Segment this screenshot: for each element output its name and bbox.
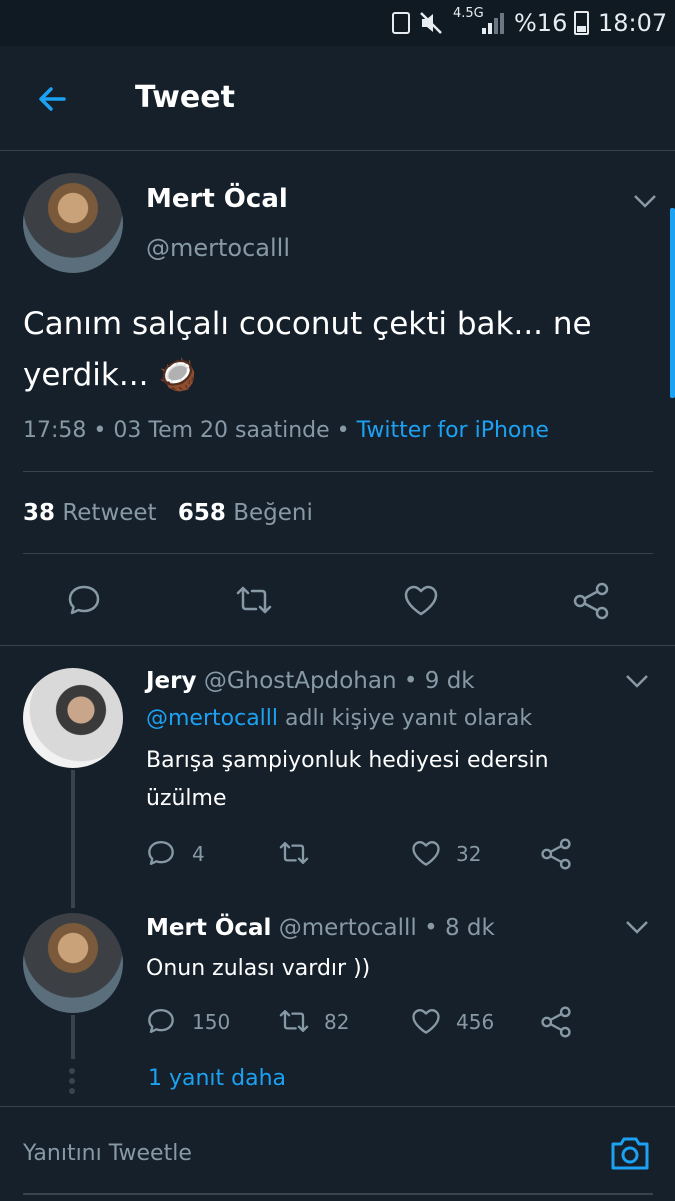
reply-icon[interactable] (66, 582, 102, 618)
reply-count: 4 (192, 842, 205, 866)
input-underline (23, 1193, 653, 1195)
author-avatar[interactable] (23, 173, 123, 273)
share-icon[interactable] (540, 1006, 572, 1038)
replying-to-handle[interactable]: @mertocalll (146, 706, 278, 731)
share-icon[interactable] (572, 582, 610, 620)
divider (23, 471, 653, 472)
retweet-icon[interactable] (276, 838, 312, 868)
reply-input[interactable]: Yanıtını Tweetle (23, 1141, 192, 1166)
tweet-meta: 17:58 • 03 Tem 20 saatinde • Twitter for… (23, 418, 549, 443)
scrollbar[interactable] (670, 208, 675, 398)
like-count: 456 (456, 1010, 495, 1034)
tweet-time: 17:58 (23, 418, 87, 443)
author-handle[interactable]: @mertocalll (146, 234, 290, 262)
reply-text-line-1: Onun zulası vardır )) (146, 956, 371, 981)
tweet-source[interactable]: Twitter for iPhone (357, 418, 549, 443)
tweet-text-line-2: yerdik... 🥥 (23, 357, 197, 393)
divider (0, 645, 675, 646)
reply-author-handle[interactable]: @mertocalll (279, 915, 417, 941)
clock: 18:07 (598, 9, 668, 37)
retweet-count[interactable]: 38 (23, 500, 55, 526)
status-bar: 4.5G %16 18:07 (0, 0, 675, 46)
like-count[interactable]: 658 (178, 500, 226, 526)
thread-more-dots (69, 1068, 75, 1094)
retweet-count: 82 (324, 1010, 350, 1034)
reply-text-line-1: Barışa şampiyonluk hediyesi edersin (146, 748, 549, 773)
reply-header: Mert Öcal @mertocalll • 8 dk (146, 915, 495, 941)
reply-age: 9 dk (424, 668, 475, 694)
retweet-label[interactable]: Retweet (62, 500, 156, 526)
like-label[interactable]: Beğeni (233, 500, 313, 526)
like-icon[interactable] (410, 838, 442, 868)
meta-separator: • (424, 915, 438, 941)
tweet-stats: 38 Retweet 658 Beğeni (23, 500, 313, 526)
meta-separator: • (93, 418, 107, 443)
battery-percent: %16 (514, 9, 568, 37)
reply-header: Jery @GhostApdohan • 9 dk (146, 668, 475, 694)
reply-avatar[interactable] (23, 668, 123, 768)
meta-separator: • (403, 668, 418, 694)
chevron-down-icon[interactable] (624, 918, 650, 936)
like-count: 32 (456, 842, 482, 866)
back-arrow-icon[interactable] (30, 76, 76, 122)
signal-icon (482, 13, 504, 34)
reply-author-handle[interactable]: @GhostApdohan (204, 668, 397, 694)
camera-icon[interactable] (609, 1134, 651, 1172)
like-icon[interactable] (402, 582, 440, 618)
more-replies-link[interactable]: 1 yanıt daha (148, 1066, 286, 1091)
replying-to-label: adlı kişiye yanıt olarak (285, 706, 533, 731)
thread-line (71, 770, 75, 908)
replying-to: @mertocalll adlı kişiye yanıt olarak (146, 706, 532, 731)
mute-icon (420, 12, 442, 34)
chevron-down-icon[interactable] (632, 192, 658, 210)
chevron-down-icon[interactable] (624, 672, 650, 690)
retweet-icon[interactable] (232, 582, 276, 618)
reply-author-name[interactable]: Jery (146, 668, 197, 694)
tweet-text-line-1: Canım salçalı coconut çekti bak... ne (23, 306, 592, 342)
battery-saver-icon (392, 12, 410, 34)
reply-text-line-2: üzülme (146, 786, 227, 811)
tweet-date: 03 Tem 20 saatinde (113, 418, 330, 443)
reply-avatar[interactable] (23, 913, 123, 1013)
retweet-icon[interactable] (276, 1006, 312, 1036)
meta-separator: • (336, 418, 350, 443)
app-bar: Tweet (0, 46, 675, 151)
reply-compose-bar: Yanıtını Tweetle (0, 1106, 675, 1201)
page-title: Tweet (135, 80, 235, 115)
share-icon[interactable] (540, 838, 572, 870)
battery-icon (574, 11, 589, 35)
divider (23, 553, 653, 554)
like-icon[interactable] (410, 1006, 442, 1036)
reply-age: 8 dk (444, 915, 495, 941)
reply-icon[interactable] (146, 838, 176, 868)
reply-author-name[interactable]: Mert Öcal (146, 915, 271, 941)
thread-line (71, 1015, 75, 1059)
reply-icon[interactable] (146, 1006, 176, 1036)
author-name[interactable]: Mert Öcal (146, 184, 288, 214)
reply-count: 150 (192, 1010, 231, 1034)
